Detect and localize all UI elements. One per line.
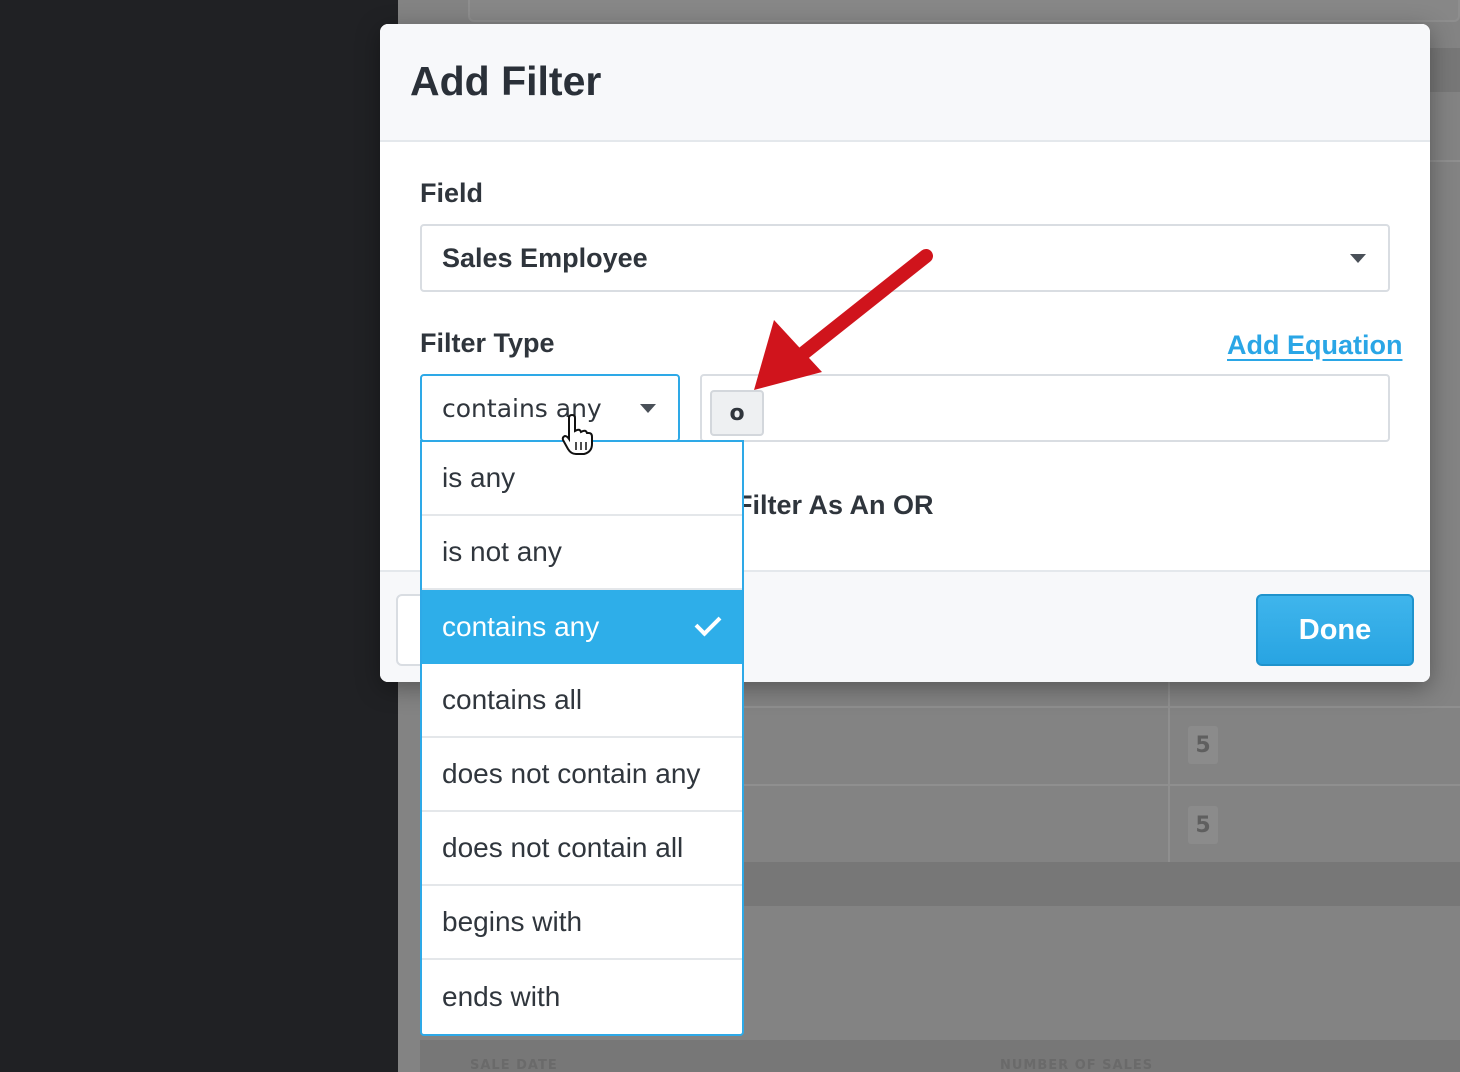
chevron-down-icon <box>1350 254 1366 263</box>
background-header-number-of-sales: NUMBER OF SALES <box>1000 1058 1154 1072</box>
background-header-sale-date: SALE DATE <box>470 1058 558 1072</box>
filter-type-select[interactable]: contains any <box>420 374 680 442</box>
filter-type-label: Filter Type <box>420 328 555 358</box>
dropdown-option-contains-any[interactable]: contains any <box>422 590 742 664</box>
done-button[interactable]: Done <box>1256 594 1414 666</box>
hand-pointer-icon <box>561 414 593 455</box>
add-equation-link[interactable]: Add Equation <box>1227 330 1402 361</box>
or-toggle-label: Filter As An OR <box>736 490 934 520</box>
background-cell-value: 5 <box>1188 726 1218 764</box>
dropdown-option-label: contains any <box>442 611 600 642</box>
filter-type-dropdown: is any is not any contains any contains … <box>420 440 744 1036</box>
chevron-down-icon <box>640 404 656 413</box>
dropdown-option-does-not-contain-any[interactable]: does not contain any <box>422 738 742 812</box>
background-table-header: SALE DATE NUMBER OF SALES <box>420 1040 1460 1072</box>
red-arrow-icon <box>754 249 933 390</box>
dropdown-option-begins-with[interactable]: begins with <box>422 886 742 960</box>
background-cell-value: 5 <box>1188 806 1218 844</box>
dropdown-option-ends-with[interactable]: ends with <box>422 960 742 1034</box>
background-topbar <box>468 0 1460 22</box>
modal-title: Add Filter <box>410 58 602 104</box>
app-sidebar <box>0 0 398 1072</box>
dropdown-option-is-not-any[interactable]: is not any <box>422 516 742 590</box>
check-icon <box>694 609 722 637</box>
background-column-divider <box>1168 682 1170 862</box>
dropdown-option-contains-all[interactable]: contains all <box>422 664 742 738</box>
field-label: Field <box>420 178 484 208</box>
dropdown-option-does-not-contain-all[interactable]: does not contain all <box>422 812 742 886</box>
field-select-value: Sales Employee <box>442 242 648 273</box>
